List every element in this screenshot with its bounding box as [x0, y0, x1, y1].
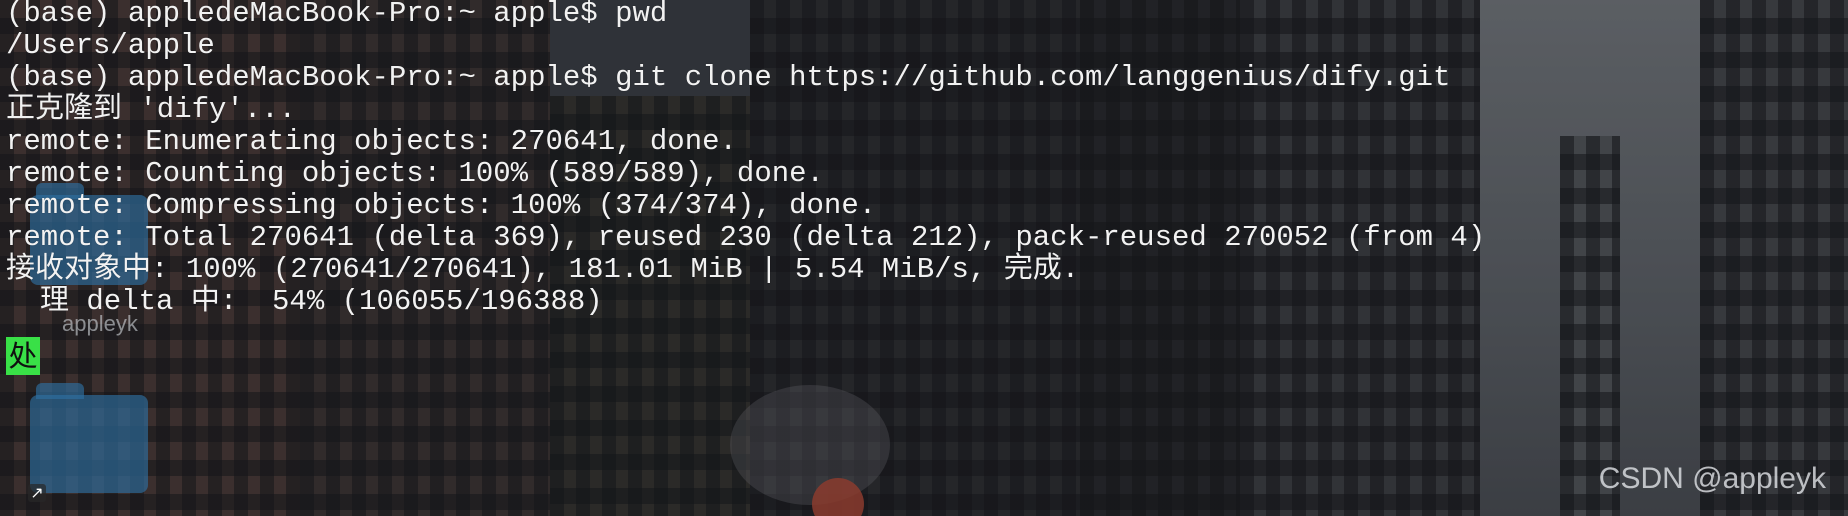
- terminal-line: 理 delta 中: 54% (106055/196388): [40, 285, 603, 318]
- terminal-window[interactable]: (base) appledeMacBook-Pro:~ apple$ pwd /…: [0, 0, 1848, 516]
- csdn-watermark: CSDN @appleyk: [1598, 462, 1826, 495]
- cursor-character: 处: [8, 339, 38, 373]
- terminal-cursor: 处: [6, 337, 40, 375]
